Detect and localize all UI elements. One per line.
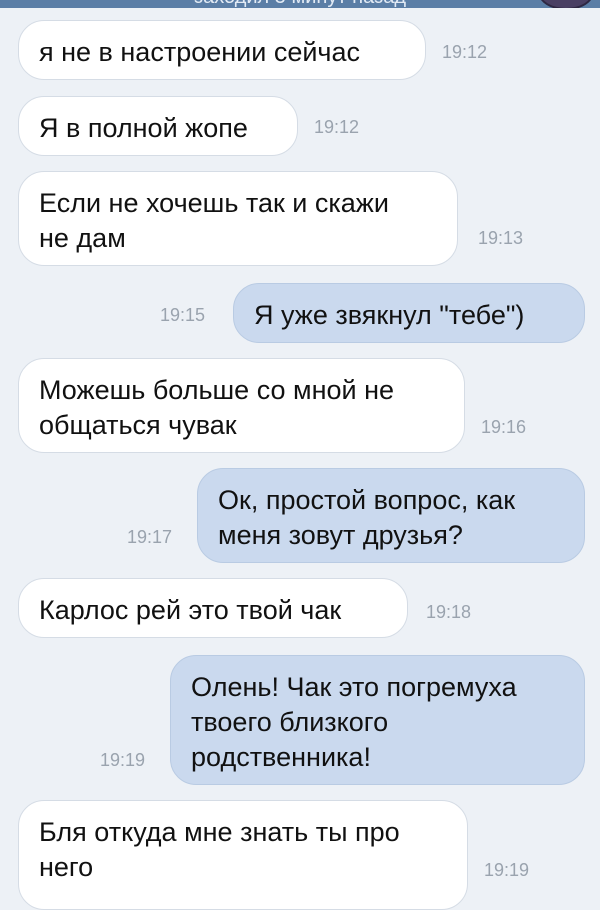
message-bubble[interactable]: Карлос рей это твой чак <box>18 578 408 638</box>
message-bubble[interactable]: я не в настроении сейчас <box>18 20 426 80</box>
message-time: 19:12 <box>442 42 488 62</box>
message-bubble[interactable]: Я уже звякнул "тебе") <box>233 283 585 343</box>
message-time: 19:15 <box>160 305 206 325</box>
message-bubble[interactable]: Олень! Чак это погремуха твоего близкого… <box>170 655 585 785</box>
message-time: 19:19 <box>484 860 530 880</box>
last-seen-status: заходил 5 минут назад <box>0 0 600 8</box>
message-time: 19:12 <box>314 117 360 137</box>
message-bubble[interactable]: Я в полной жопе <box>18 96 298 156</box>
message-bubble[interactable]: Ок, простой вопрос, как меня зовут друзь… <box>197 468 585 563</box>
message-time: 19:16 <box>481 417 527 437</box>
message-time: 19:17 <box>127 527 173 547</box>
message-time: 19:13 <box>478 228 524 248</box>
message-time: 19:19 <box>100 750 146 770</box>
message-time: 19:18 <box>426 602 472 622</box>
chat-header: заходил 5 минут назад <box>0 0 600 8</box>
message-bubble[interactable]: Бля откуда мне знать ты про него <box>18 800 468 910</box>
message-bubble[interactable]: Можешь больше со мной не общаться чувак <box>18 358 465 453</box>
message-bubble[interactable]: Если не хочешь так и скажи не дам <box>18 171 458 266</box>
